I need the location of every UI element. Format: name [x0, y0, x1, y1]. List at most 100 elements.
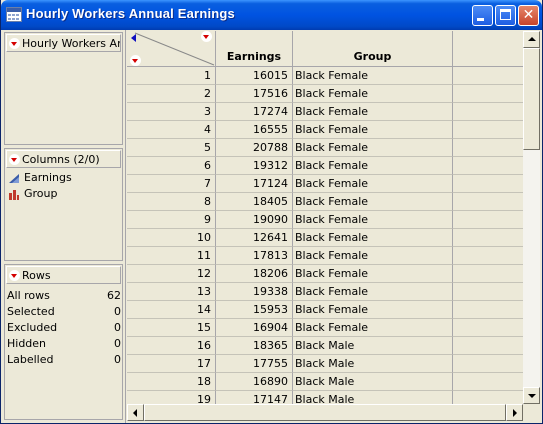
empty-cell[interactable]	[453, 319, 523, 337]
empty-cell[interactable]	[453, 247, 523, 265]
earnings-cell[interactable]: 16904	[216, 319, 293, 337]
group-cell[interactable]: Black Female	[293, 265, 453, 283]
table-menu-triangle-icon[interactable]	[9, 38, 20, 49]
group-cell[interactable]: Black Female	[293, 301, 453, 319]
table-row[interactable]: 5 20788 Black Female	[127, 139, 523, 157]
column-header-empty[interactable]	[453, 31, 523, 67]
table-row[interactable]: 11 17813 Black Female	[127, 247, 523, 265]
scroll-up-button[interactable]	[523, 31, 540, 48]
earnings-cell[interactable]: 17274	[216, 103, 293, 121]
earnings-cell[interactable]: 17813	[216, 247, 293, 265]
columns-menu-triangle-icon[interactable]	[9, 154, 20, 165]
empty-cell[interactable]	[453, 337, 523, 355]
group-cell[interactable]: Black Female	[293, 175, 453, 193]
empty-cell[interactable]	[453, 373, 523, 391]
group-cell[interactable]: Black Female	[293, 139, 453, 157]
table-row[interactable]: 17 17755 Black Male	[127, 355, 523, 373]
group-cell[interactable]: Black Female	[293, 229, 453, 247]
scroll-left-button[interactable]	[127, 404, 144, 421]
table-row[interactable]: 2 17516 Black Female	[127, 85, 523, 103]
size-grip[interactable]	[523, 404, 540, 421]
empty-cell[interactable]	[453, 391, 523, 404]
earnings-cell[interactable]: 16890	[216, 373, 293, 391]
minimize-button[interactable]	[472, 5, 493, 26]
column-header-group[interactable]: Group	[293, 31, 453, 67]
earnings-cell[interactable]: 18405	[216, 193, 293, 211]
row-number[interactable]: 15	[127, 319, 216, 337]
empty-cell[interactable]	[453, 193, 523, 211]
table-row[interactable]: 8 18405 Black Female	[127, 193, 523, 211]
group-cell[interactable]: Black Female	[293, 121, 453, 139]
maximize-button[interactable]	[495, 5, 516, 26]
group-cell[interactable]: Black Female	[293, 211, 453, 229]
row-number[interactable]: 2	[127, 85, 216, 103]
group-cell[interactable]: Black Male	[293, 337, 453, 355]
row-number[interactable]: 4	[127, 121, 216, 139]
grid-corner[interactable]	[127, 31, 216, 67]
row-number[interactable]: 3	[127, 103, 216, 121]
column-header-earnings[interactable]: Earnings	[216, 31, 293, 67]
earnings-cell[interactable]: 18365	[216, 337, 293, 355]
columns-header-menu-icon[interactable]	[201, 31, 212, 42]
row-number[interactable]: 12	[127, 265, 216, 283]
table-row[interactable]: 19 17147 Black Male	[127, 391, 523, 404]
group-cell[interactable]: Black Female	[293, 283, 453, 301]
table-row[interactable]: 16 18365 Black Male	[127, 337, 523, 355]
earnings-cell[interactable]: 20788	[216, 139, 293, 157]
horizontal-scroll-track[interactable]	[144, 404, 506, 421]
group-cell[interactable]: Black Female	[293, 67, 453, 85]
table-row[interactable]: 12 18206 Black Female	[127, 265, 523, 283]
table-row[interactable]: 9 19090 Black Female	[127, 211, 523, 229]
row-number[interactable]: 14	[127, 301, 216, 319]
row-number[interactable]: 13	[127, 283, 216, 301]
table-row[interactable]: 6 19312 Black Female	[127, 157, 523, 175]
table-row[interactable]: 10 12641 Black Female	[127, 229, 523, 247]
group-cell[interactable]: Black Female	[293, 85, 453, 103]
empty-cell[interactable]	[453, 355, 523, 373]
row-number[interactable]: 6	[127, 157, 216, 175]
vertical-scrollbar[interactable]	[523, 31, 540, 404]
title-bar[interactable]: Hourly Workers Annual Earnings ✕	[1, 0, 542, 30]
table-row[interactable]: 18 16890 Black Male	[127, 373, 523, 391]
empty-cell[interactable]	[453, 283, 523, 301]
empty-cell[interactable]	[453, 175, 523, 193]
group-cell[interactable]: Black Female	[293, 103, 453, 121]
empty-cell[interactable]	[453, 139, 523, 157]
group-cell[interactable]: Black Male	[293, 373, 453, 391]
column-selector-arrow-icon[interactable]	[131, 34, 136, 42]
earnings-cell[interactable]: 16015	[216, 67, 293, 85]
earnings-cell[interactable]: 18206	[216, 265, 293, 283]
group-cell[interactable]: Black Male	[293, 391, 453, 404]
group-cell[interactable]: Black Female	[293, 193, 453, 211]
empty-cell[interactable]	[453, 121, 523, 139]
earnings-cell[interactable]: 17516	[216, 85, 293, 103]
table-row[interactable]: 4 16555 Black Female	[127, 121, 523, 139]
row-number[interactable]: 18	[127, 373, 216, 391]
earnings-cell[interactable]: 17147	[216, 391, 293, 404]
earnings-cell[interactable]: 15953	[216, 301, 293, 319]
earnings-cell[interactable]: 12641	[216, 229, 293, 247]
empty-cell[interactable]	[453, 229, 523, 247]
vertical-scroll-thumb[interactable]	[523, 48, 540, 150]
row-number[interactable]: 5	[127, 139, 216, 157]
rows-panel-header[interactable]: Rows	[6, 266, 121, 284]
table-row[interactable]: 1 16015 Black Female	[127, 67, 523, 85]
close-button[interactable]: ✕	[518, 5, 539, 26]
rows-header-menu-icon[interactable]	[130, 55, 141, 66]
rows-menu-triangle-icon[interactable]	[9, 270, 20, 281]
table-row[interactable]: 7 17124 Black Female	[127, 175, 523, 193]
scroll-right-button[interactable]	[506, 404, 523, 421]
row-number[interactable]: 1	[127, 67, 216, 85]
group-cell[interactable]: Black Female	[293, 157, 453, 175]
earnings-cell[interactable]: 16555	[216, 121, 293, 139]
scroll-down-button[interactable]	[523, 387, 540, 404]
table-row[interactable]: 14 15953 Black Female	[127, 301, 523, 319]
earnings-cell[interactable]: 19090	[216, 211, 293, 229]
group-cell[interactable]: Black Female	[293, 247, 453, 265]
row-number[interactable]: 9	[127, 211, 216, 229]
empty-cell[interactable]	[453, 265, 523, 283]
group-cell[interactable]: Black Male	[293, 355, 453, 373]
row-number[interactable]: 11	[127, 247, 216, 265]
empty-cell[interactable]	[453, 301, 523, 319]
columns-panel-header[interactable]: Columns (2/0)	[6, 150, 121, 168]
